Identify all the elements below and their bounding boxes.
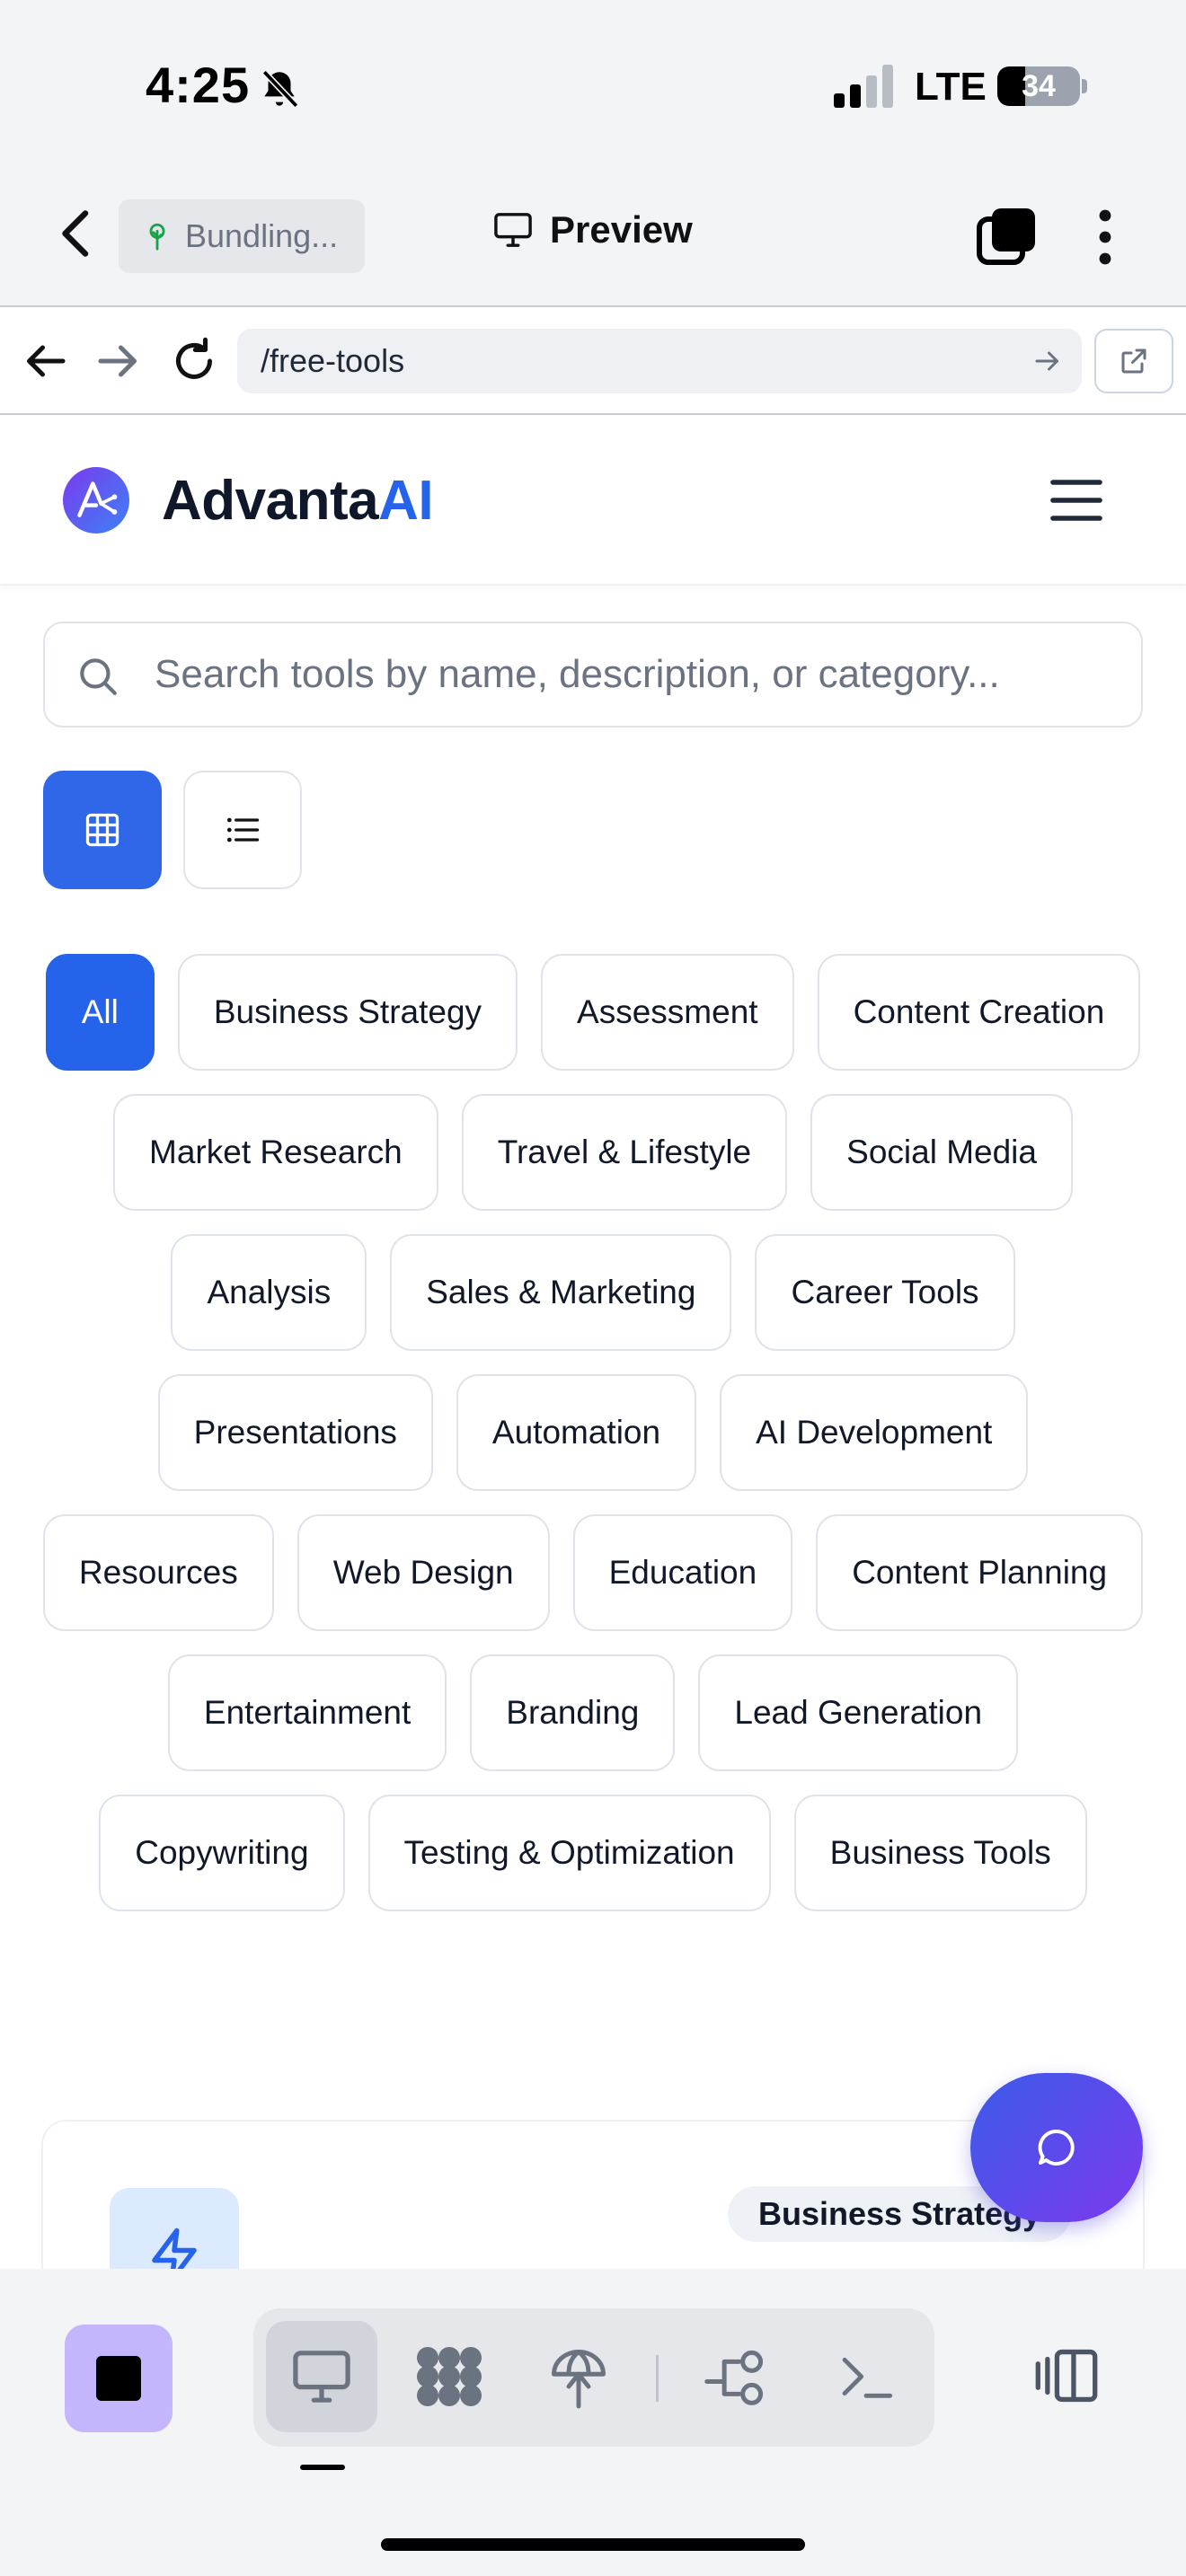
logo-accent: AI: [378, 470, 434, 532]
app-root: 4:25 LTE 34 Bundling... Preview /free-to…: [0, 0, 1186, 2576]
stop-icon: [96, 2356, 141, 2401]
go-arrow-icon[interactable]: [1031, 345, 1064, 377]
deploy-tool-button[interactable]: [523, 2321, 634, 2432]
category-chip[interactable]: All: [45, 954, 155, 1071]
terminal-icon: [842, 2357, 893, 2398]
terminal-tool-button[interactable]: [810, 2321, 922, 2432]
category-chip[interactable]: Career Tools: [755, 1234, 1015, 1351]
more-options-icon[interactable]: [1087, 208, 1123, 266]
category-chip[interactable]: Automation: [456, 1374, 697, 1491]
battery-icon: 34: [997, 66, 1080, 106]
tool-group: [253, 2308, 934, 2447]
git-branch-icon: [704, 2350, 764, 2405]
category-chip[interactable]: Presentations: [157, 1374, 433, 1491]
category-chip[interactable]: Branding: [470, 1654, 676, 1771]
signal-icon: [834, 65, 893, 108]
tree-icon: [149, 223, 165, 251]
preview-toggle[interactable]: Preview: [492, 208, 693, 251]
branch-tool-button[interactable]: [681, 2321, 792, 2432]
home-indicator: [381, 2538, 805, 2551]
category-chip[interactable]: Education: [572, 1514, 793, 1631]
panel-toggle-icon[interactable]: [1033, 2346, 1100, 2405]
search-icon: [80, 658, 117, 695]
menu-icon[interactable]: [1048, 476, 1105, 525]
site-header: AdvantaAI: [0, 415, 1186, 586]
category-chip[interactable]: Entertainment: [167, 1654, 447, 1771]
toolbar-divider: [656, 2355, 659, 2402]
search-box: [43, 622, 1143, 728]
preview-tool-button[interactable]: [266, 2321, 377, 2432]
bundling-status[interactable]: Bundling...: [119, 199, 365, 273]
category-chip[interactable]: Business Strategy: [177, 954, 518, 1071]
back-arrow-icon[interactable]: [18, 334, 72, 388]
search-input[interactable]: [155, 623, 1125, 726]
chat-button[interactable]: [970, 2073, 1143, 2222]
monitor-icon: [494, 213, 532, 247]
url-bar[interactable]: /free-tools: [237, 329, 1082, 393]
category-chip[interactable]: Market Research: [113, 1094, 438, 1211]
monitor-icon: [293, 2351, 350, 2403]
back-chevron-icon[interactable]: [54, 207, 99, 260]
list-view-button[interactable]: [183, 771, 302, 889]
url-text: /free-tools: [261, 342, 405, 379]
category-chip[interactable]: Resources: [42, 1514, 274, 1631]
category-chip[interactable]: Business Tools: [793, 1795, 1087, 1911]
forward-arrow-icon[interactable]: [92, 334, 146, 388]
grid-view-button[interactable]: [43, 771, 162, 889]
category-chip[interactable]: Assessment: [541, 954, 794, 1071]
battery-cap: [1082, 79, 1087, 93]
category-chip[interactable]: Content Planning: [816, 1514, 1144, 1631]
category-chip[interactable]: Content Creation: [817, 954, 1141, 1071]
category-filter-list: All Business Strategy Assessment Content Cr…: [36, 954, 1150, 1911]
grid-icon: [85, 813, 119, 847]
tabs-icon[interactable]: [976, 207, 1037, 266]
browser-bar: /free-tools: [0, 305, 1186, 415]
logo-primary: Advanta: [162, 470, 379, 532]
category-chip[interactable]: Testing & Optimization: [367, 1795, 771, 1911]
category-chip[interactable]: Analysis: [171, 1234, 367, 1351]
status-time: 4:25: [146, 57, 251, 113]
category-chip[interactable]: AI Development: [720, 1374, 1029, 1491]
status-bar: 4:25 LTE 34: [0, 0, 1186, 171]
preview-label: Preview: [550, 208, 693, 251]
logo-icon[interactable]: [63, 467, 129, 534]
logo-wordmark[interactable]: AdvantaAI: [162, 469, 434, 533]
category-chip[interactable]: Web Design: [296, 1514, 550, 1631]
components-tool-button[interactable]: [394, 2321, 505, 2432]
active-tool-indicator: [300, 2465, 345, 2470]
stop-button[interactable]: [65, 2325, 173, 2432]
reload-icon[interactable]: [167, 334, 221, 388]
category-chip[interactable]: Copywriting: [99, 1795, 345, 1911]
bottom-toolbar: [0, 2269, 1186, 2576]
category-chip[interactable]: Lead Generation: [698, 1654, 1019, 1771]
app-header: Bundling... Preview: [0, 171, 1186, 305]
chat-bubble-icon: [1038, 2129, 1075, 2166]
bell-muted-icon: [261, 69, 299, 109]
list-icon: [226, 817, 260, 842]
category-chip[interactable]: Sales & Marketing: [390, 1234, 732, 1351]
external-link-icon: [1121, 348, 1146, 374]
category-chip[interactable]: Travel & Lifestyle: [461, 1094, 788, 1211]
network-label: LTE: [915, 65, 987, 109]
deploy-icon: [552, 2350, 606, 2409]
battery-percent: 34: [1022, 69, 1056, 103]
components-icon: [417, 2347, 482, 2406]
bundling-label: Bundling...: [185, 217, 339, 254]
category-chip[interactable]: Social Media: [810, 1094, 1073, 1211]
open-external-button[interactable]: [1094, 329, 1173, 393]
